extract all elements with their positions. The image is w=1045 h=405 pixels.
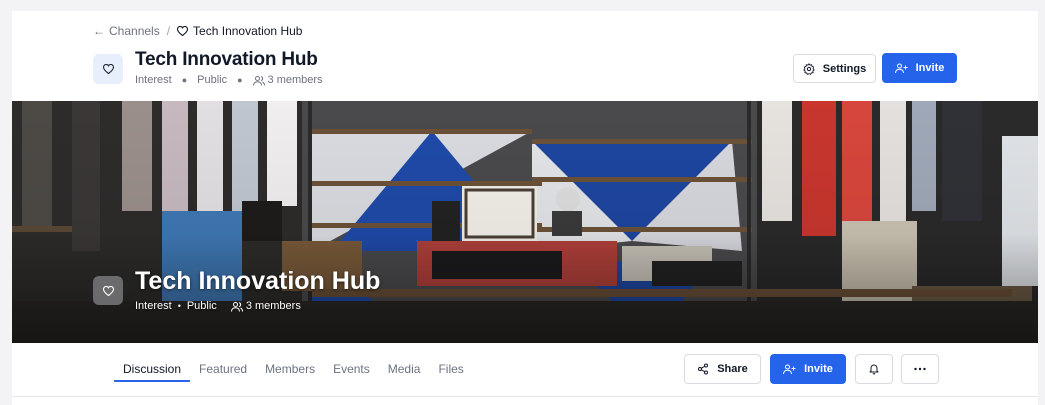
user-plus-icon [783, 364, 796, 375]
channel-banner: Tech Innovation Hub Interest • Public 3 … [12, 101, 1038, 343]
invite-button-secondary-label: Invite [804, 363, 833, 375]
tab-featured[interactable]: Featured [190, 354, 256, 382]
tab-discussion[interactable]: Discussion [114, 354, 191, 382]
breadcrumb: ← Channels / Tech Innovation Hub [93, 24, 302, 38]
breadcrumb-channels-link[interactable]: Channels [109, 24, 160, 38]
ellipsis-icon [914, 367, 926, 371]
meta-dot: • [177, 301, 181, 311]
meta-dot: ● [181, 75, 188, 85]
invite-button[interactable]: Invite [882, 53, 957, 83]
channel-members-count[interactable]: 3 members [268, 74, 323, 86]
tab-events[interactable]: Events [324, 354, 379, 382]
banner-members-count: 3 members [245, 300, 301, 312]
tab-members[interactable]: Members [256, 354, 324, 382]
gear-icon [803, 62, 815, 75]
banner-category: Interest [135, 300, 172, 312]
channel-avatar [93, 54, 123, 84]
share-button[interactable]: Share [684, 354, 761, 384]
share-button-label: Share [717, 363, 748, 375]
channel-meta: Interest ● Public ● 3 members [135, 74, 323, 86]
banner-visibility: Public [186, 300, 217, 312]
breadcrumb-separator: / [166, 24, 171, 38]
channel-category: Interest [135, 74, 172, 86]
channel-visibility: Public [197, 74, 228, 86]
channel-title: Tech Innovation Hub [135, 49, 318, 70]
divider [12, 396, 1038, 397]
banner-meta: Interest • Public 3 members [135, 300, 301, 312]
share-icon [698, 363, 709, 375]
meta-dot: ● [237, 75, 243, 85]
tab-files[interactable]: Files [429, 354, 472, 382]
heart-icon [102, 64, 114, 74]
invite-button-secondary[interactable]: Invite [770, 354, 846, 384]
heart-icon [177, 26, 189, 36]
breadcrumb-current-label: Tech Innovation Hub [193, 24, 303, 38]
settings-button-label: Settings [822, 62, 867, 75]
users-icon [252, 75, 265, 86]
user-plus-icon [894, 63, 908, 74]
arrow-left-icon[interactable]: ← [93, 24, 105, 38]
more-options-button[interactable] [901, 354, 939, 384]
banner-channel-avatar [93, 276, 123, 305]
users-icon [230, 301, 243, 312]
invite-button-label: Invite [915, 62, 945, 74]
banner-title: Tech Innovation Hub [135, 267, 381, 295]
tab-media[interactable]: Media [379, 354, 430, 382]
breadcrumb-current: Tech Innovation Hub [177, 24, 302, 38]
settings-button[interactable]: Settings [793, 54, 876, 83]
channel-page: ← Channels / Tech Innovation Hub Tech In… [12, 11, 1038, 405]
bell-icon [869, 364, 879, 375]
heart-icon [102, 285, 114, 296]
notifications-button[interactable] [855, 354, 893, 384]
channel-tabs: Discussion Featured Members Events Media… [114, 354, 473, 384]
